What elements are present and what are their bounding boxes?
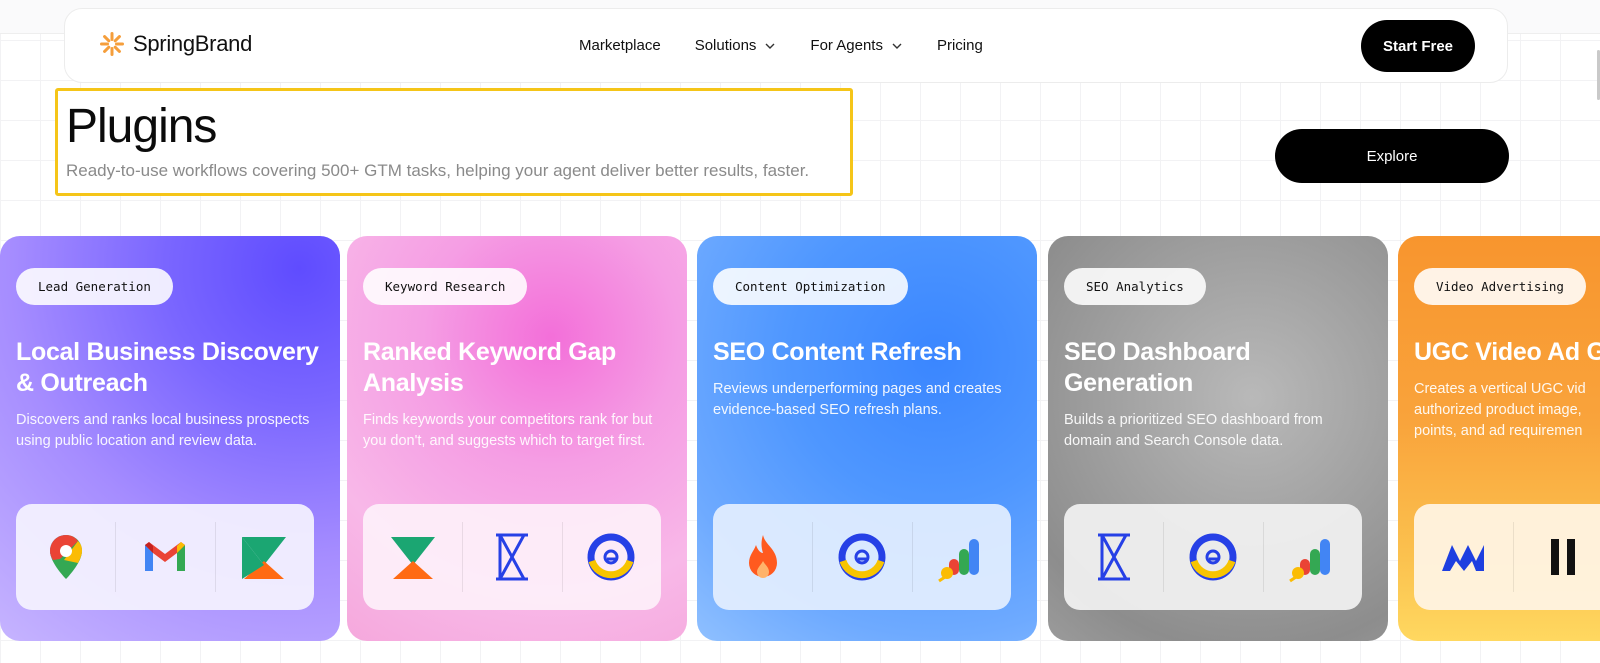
plugin-card-seo-content-refresh[interactable]: Content Optimization SEO Content Refresh… <box>697 236 1037 641</box>
search-lens-icon <box>587 533 635 581</box>
firecrawl-icon <box>748 535 777 578</box>
plugin-card-local-business[interactable]: Lead Generation Local Business Discovery… <box>0 236 340 641</box>
chevron-down-icon <box>892 43 902 49</box>
start-free-button[interactable]: Start Free <box>1361 20 1475 72</box>
category-tag: Content Optimization <box>713 268 908 305</box>
card-title: SEO Dashboard Generation <box>1064 338 1251 397</box>
spring-logo-icon <box>100 32 124 56</box>
gmail-icon <box>144 542 185 571</box>
integration-icons <box>16 504 314 610</box>
integration-icons <box>363 504 661 610</box>
category-tag: SEO Analytics <box>1064 268 1206 305</box>
analytics-icon <box>1289 539 1331 583</box>
card-title: UGC Video Ad G <box>1414 338 1600 366</box>
plugin-card-keyword-gap[interactable]: Keyword Research Ranked Keyword Gap Anal… <box>347 236 687 641</box>
nav-solutions-label: Solutions <box>694 37 757 54</box>
main-nav: Marketplace Solutions For Agents Pricing <box>579 37 983 54</box>
card-title: Local Business Discovery & Outreach <box>16 338 319 397</box>
card-description: Creates a vertical UGC vid authorized pr… <box>1414 381 1586 439</box>
category-tag: Lead Generation <box>16 268 173 305</box>
nav-pricing-label: Pricing <box>936 37 983 54</box>
nav-solutions[interactable]: Solutions <box>695 37 777 54</box>
hourglass-icon <box>495 533 528 581</box>
analytics-icon <box>938 539 980 583</box>
integration-icons <box>1064 504 1362 610</box>
plugins-hero: Plugins Ready-to-use workflows covering … <box>55 88 853 196</box>
top-navbar: SpringBrand Marketplace Solutions For Ag… <box>64 8 1508 83</box>
integration-icons <box>713 504 1011 610</box>
apollo-icon <box>390 537 435 579</box>
nav-marketplace[interactable]: Marketplace <box>579 37 661 54</box>
nav-for-agents-label: For Agents <box>810 37 883 54</box>
nav-pricing[interactable]: Pricing <box>937 37 983 54</box>
search-lens-icon <box>1189 533 1237 581</box>
card-description: Reviews underperforming pages and create… <box>713 381 1002 418</box>
card-description: Finds keywords your competitors rank for… <box>363 412 653 449</box>
plugin-cards-carousel: Lead Generation Local Business Discovery… <box>0 236 1600 643</box>
search-lens-icon <box>838 533 886 581</box>
pause-bars-icon <box>1550 539 1575 575</box>
zigzag-m-icon <box>1441 545 1484 571</box>
integration-icons <box>1414 504 1600 610</box>
brand-name: SpringBrand <box>133 31 252 56</box>
card-title: Ranked Keyword Gap Analysis <box>363 338 616 397</box>
card-title: SEO Content Refresh <box>713 338 962 366</box>
plugin-card-ugc-video-ad[interactable]: Video Advertising UGC Video Ad G Creates… <box>1398 236 1600 641</box>
apollo-icon <box>242 537 287 579</box>
brand[interactable]: SpringBrand <box>99 31 252 57</box>
page-title: Plugins <box>66 100 217 153</box>
page-subtitle: Ready-to-use workflows covering 500+ GTM… <box>66 161 810 180</box>
card-description: Builds a prioritized SEO dashboard from … <box>1064 412 1323 449</box>
nav-marketplace-label: Marketplace <box>579 37 661 54</box>
plugin-card-seo-dashboard[interactable]: SEO Analytics SEO Dashboard Generation B… <box>1048 236 1388 641</box>
card-description: Discovers and ranks local business prosp… <box>16 412 310 449</box>
explore-button[interactable]: Explore <box>1275 129 1509 183</box>
category-tag: Video Advertising <box>1414 268 1586 305</box>
category-tag: Keyword Research <box>363 268 528 305</box>
hourglass-icon <box>1097 533 1130 581</box>
google-maps-icon <box>49 535 82 579</box>
chevron-down-icon <box>765 43 775 49</box>
nav-for-agents[interactable]: For Agents <box>810 37 903 54</box>
